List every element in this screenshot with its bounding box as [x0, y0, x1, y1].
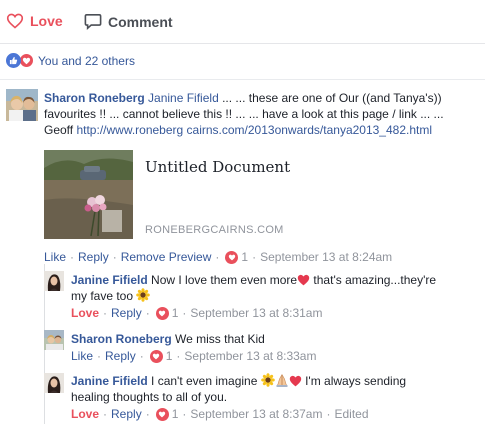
timestamp[interactable]: September 13 at 8:37am	[190, 407, 322, 421]
avatar[interactable]	[44, 330, 64, 350]
link-preview[interactable]: Untitled Document RONEBERGCAIRNS.COM	[44, 150, 344, 242]
love-button-label: Love	[30, 13, 63, 29]
like-reaction-icon	[6, 53, 21, 68]
reactions-count-text: You and 22 others	[38, 53, 135, 68]
comment-body-line1: ... ... these are one of Our ((and Tanya…	[218, 91, 442, 105]
comment-button-label: Comment	[108, 13, 173, 30]
avatar[interactable]	[44, 271, 64, 291]
post-action-bar: Love Comment	[0, 0, 485, 44]
remove-preview-link[interactable]: Remove Preview	[121, 250, 212, 264]
reply-text: Sharon Roneberg We miss that Kid	[71, 331, 471, 347]
heart-emoji-icon	[297, 274, 310, 286]
reply-link[interactable]: Reply	[111, 407, 142, 421]
comment-author[interactable]: Janine Fifield	[71, 374, 148, 388]
reply-body: I can't even imagine	[151, 374, 258, 388]
comment-author[interactable]: Janine Fifield	[71, 273, 148, 287]
reply-meta: Like · Reply · 1 · September 13 at 8:33a…	[71, 349, 317, 363]
comment-author[interactable]: Sharon Roneberg	[44, 91, 145, 105]
sunflower-emoji-icon	[136, 288, 151, 302]
reaction-count: 1	[241, 250, 249, 264]
edited-label[interactable]: Edited	[334, 407, 368, 421]
reply-body: Now I love them even more	[151, 273, 298, 287]
timestamp[interactable]: September 13 at 8:31am	[190, 306, 322, 320]
reply-meta: Love · Reply · 1 · September 13 at 8:31a…	[71, 306, 323, 320]
reply-meta: Love · Reply · 1 · September 13 at 8:37a…	[71, 407, 369, 421]
mention-link[interactable]: Janine Fifield	[148, 91, 219, 105]
reaction-count: 1	[171, 306, 179, 320]
reactions-summary[interactable]: You and 22 others	[6, 53, 135, 68]
reaction-count: 1	[171, 407, 179, 421]
reply-body: I'm always sending	[301, 374, 407, 388]
reply-text: Janine Fifield I can't even imagine I'm …	[71, 373, 471, 405]
reaction-count: 1	[165, 349, 173, 363]
main-comment-meta: Like · Reply · Remove Preview · 1 · Sept…	[44, 250, 393, 264]
avatar[interactable]	[44, 373, 64, 393]
comment-body-line3: Geoff	[44, 123, 77, 137]
praying-hands-emoji-icon	[276, 374, 288, 387]
love-link[interactable]: Love	[71, 306, 99, 320]
comment-bubble-icon	[84, 13, 102, 30]
heart-outline-icon	[6, 13, 24, 29]
comment-body-line2: favourites !! ... cannot believe this !!…	[44, 107, 444, 121]
reply-link[interactable]: Reply	[105, 349, 136, 363]
love-reaction-icon	[19, 53, 34, 68]
reply-link[interactable]: Reply	[78, 250, 109, 264]
url-link[interactable]: http://www.roneberg cairns.com/2013onwar…	[76, 123, 432, 137]
preview-thumbnail[interactable]	[44, 150, 133, 239]
timestamp[interactable]: September 13 at 8:33am	[184, 349, 316, 363]
reply-link[interactable]: Reply	[111, 306, 142, 320]
reply-body: healing thoughts to all of you.	[71, 390, 228, 404]
divider	[0, 79, 485, 80]
love-link[interactable]: Love	[71, 407, 99, 421]
sunflower-emoji-icon	[260, 373, 275, 387]
love-button[interactable]: Love	[6, 13, 63, 29]
reply-body: We miss that Kid	[175, 332, 265, 346]
comment-author[interactable]: Sharon Roneberg	[71, 332, 172, 346]
preview-title[interactable]: Untitled Document	[145, 158, 290, 176]
reply-body: my fave too	[71, 289, 134, 303]
reply-body: that's amazing...they're	[310, 273, 437, 287]
timestamp[interactable]: September 13 at 8:24am	[260, 250, 392, 264]
like-link[interactable]: Like	[44, 250, 66, 264]
main-comment-text: Sharon Roneberg Janine Fifield ... ... t…	[44, 90, 480, 138]
reply-text: Janine Fifield Now I love them even more…	[71, 272, 471, 304]
love-reaction-icon[interactable]	[149, 349, 163, 363]
preview-domain: RONEBERGCAIRNS.COM	[145, 224, 284, 236]
avatar[interactable]	[6, 89, 38, 121]
love-reaction-icon[interactable]	[155, 407, 169, 421]
love-reaction-icon[interactable]	[155, 306, 169, 320]
comment-button[interactable]: Comment	[84, 13, 173, 30]
love-reaction-icon[interactable]	[225, 250, 239, 264]
like-link[interactable]: Like	[71, 349, 93, 363]
heart-emoji-icon	[289, 375, 301, 387]
